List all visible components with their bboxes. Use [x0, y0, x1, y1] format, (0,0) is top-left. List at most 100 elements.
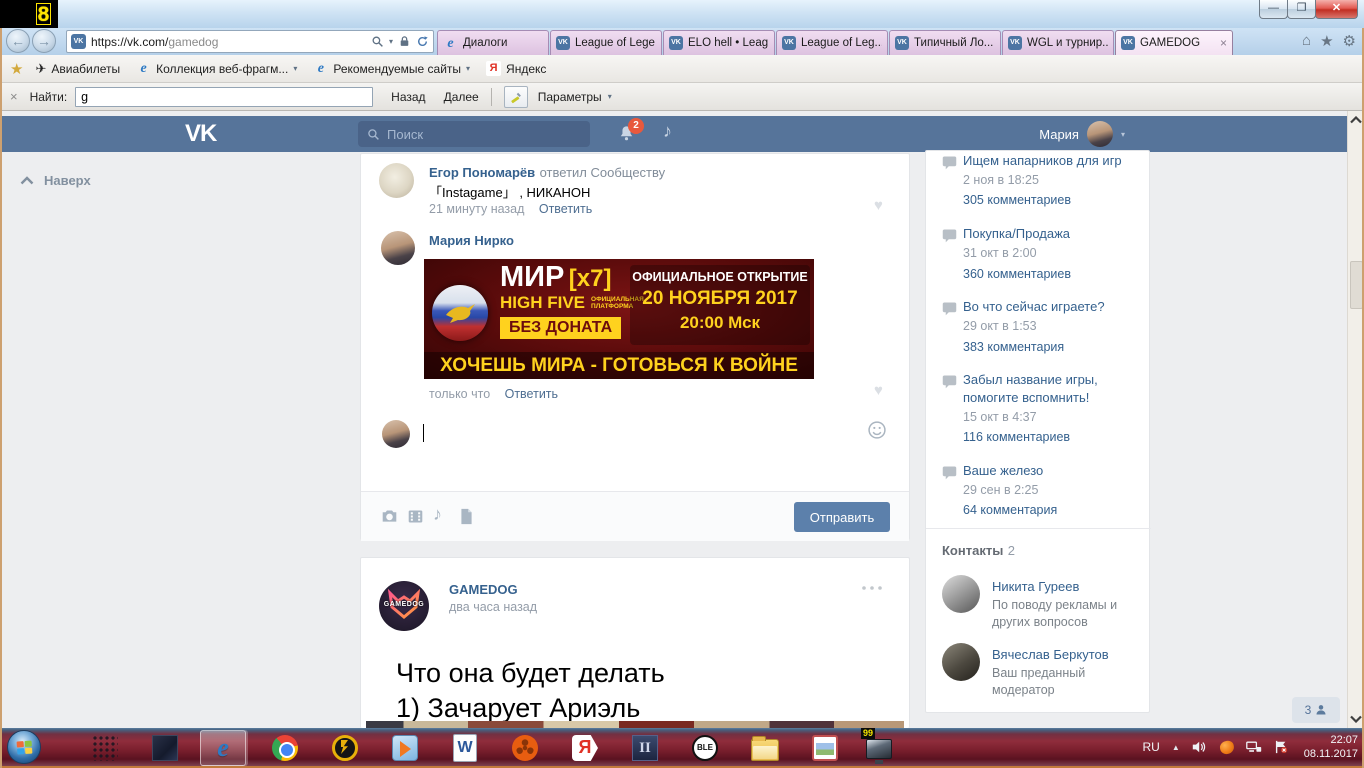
- avast-icon[interactable]: [1218, 739, 1235, 755]
- avatar[interactable]: [942, 643, 980, 681]
- topic-title-link[interactable]: Ваше железо: [963, 462, 1141, 480]
- find-next-button[interactable]: Далее: [444, 90, 479, 104]
- find-input[interactable]: [75, 86, 374, 107]
- scroll-up-icon[interactable]: [1350, 116, 1362, 124]
- music-icon[interactable]: ♪: [663, 121, 672, 142]
- back-button[interactable]: ←: [6, 29, 30, 53]
- topic-title-link[interactable]: Во что сейчас играете?: [963, 298, 1141, 316]
- topic-comments-link[interactable]: 383 комментария: [963, 340, 1064, 354]
- find-close-icon[interactable]: ×: [10, 89, 18, 104]
- document-icon[interactable]: [459, 508, 474, 525]
- video-icon[interactable]: [407, 508, 424, 525]
- taskbar-yandex-browser[interactable]: Я: [562, 730, 608, 766]
- reply-input[interactable]: [421, 418, 851, 448]
- audio-note-icon[interactable]: ♪: [433, 504, 442, 525]
- clock[interactable]: 22:07 08.11.2017: [1304, 733, 1358, 761]
- forward-button[interactable]: →: [32, 29, 56, 53]
- reply-link[interactable]: Ответить: [539, 202, 592, 216]
- network-icon[interactable]: [1245, 740, 1262, 754]
- post-image-cropped[interactable]: [366, 721, 904, 728]
- tab-elo-hell[interactable]: VK ELO hell • Leag...: [663, 30, 775, 55]
- action-center-flag-icon[interactable]: [1274, 740, 1288, 754]
- topic-comments-link[interactable]: 64 комментария: [963, 503, 1057, 517]
- favorite-aviabilety[interactable]: ✈ Авиабилеты: [35, 61, 120, 77]
- header-user-menu[interactable]: Мария ▾: [1039, 121, 1125, 147]
- start-button[interactable]: [7, 730, 41, 764]
- topic-title-link[interactable]: Ищем напарников для игр: [963, 152, 1141, 170]
- tab-league-2[interactable]: VK League of Leg...: [776, 30, 888, 55]
- show-hidden-icons[interactable]: ▲: [1172, 743, 1180, 752]
- search-dropdown-caret[interactable]: ▾: [389, 37, 393, 46]
- refresh-icon[interactable]: [416, 35, 429, 48]
- taskbar-chrome[interactable]: [262, 730, 308, 766]
- taskbar-dot-matrix-app[interactable]: [82, 730, 128, 766]
- taskbar-word[interactable]: W: [442, 730, 488, 766]
- comment-author-link[interactable]: Мария Нирко: [429, 233, 514, 248]
- vk-search-box[interactable]: [358, 121, 590, 147]
- language-indicator[interactable]: RU: [1142, 740, 1159, 754]
- avatar[interactable]: [379, 163, 414, 198]
- post-author-link[interactable]: GAMEDOG: [449, 582, 518, 597]
- add-favorite-star-icon[interactable]: ★: [10, 60, 23, 78]
- options-caret-icon[interactable]: ▾: [608, 92, 612, 101]
- like-heart-icon[interactable]: ♥: [874, 197, 883, 214]
- taskbar-internet-explorer[interactable]: e: [200, 730, 246, 766]
- emoji-smiley-icon[interactable]: [867, 420, 887, 440]
- taskbar-lineage2[interactable]: II: [622, 730, 668, 766]
- comment-author-link[interactable]: Егор Пономарёв: [429, 165, 535, 180]
- taskbar-movie-app[interactable]: [502, 730, 548, 766]
- like-heart-icon[interactable]: ♥: [874, 382, 883, 399]
- avatar[interactable]: GAMEDOG: [379, 581, 429, 631]
- topic-title-link[interactable]: Покупка/Продажа: [963, 225, 1141, 243]
- taskbar-ble-app[interactable]: BLE: [682, 730, 728, 766]
- tab-close-icon[interactable]: ×: [1220, 36, 1227, 50]
- highlight-matches-button[interactable]: [503, 85, 528, 108]
- send-button[interactable]: Отправить: [794, 502, 890, 532]
- tab-dialogs[interactable]: e Диалоги: [437, 30, 549, 55]
- topic-comments-link[interactable]: 360 комментариев: [963, 267, 1071, 281]
- notifications-button[interactable]: 2: [617, 118, 644, 148]
- find-options-button[interactable]: Параметры: [538, 90, 602, 104]
- taskbar-daemon-tools[interactable]: [322, 730, 368, 766]
- tab-gamedog-active[interactable]: VK GAMEDOG ×: [1115, 30, 1233, 55]
- favorite-suggested-sites[interactable]: e Рекомендуемые сайты ▾: [313, 61, 470, 76]
- taskbar-fps-monitor[interactable]: 99: [856, 728, 902, 766]
- topic-comments-link[interactable]: 116 комментариев: [963, 430, 1070, 444]
- vk-search-input[interactable]: [387, 126, 567, 142]
- online-members-badge[interactable]: 3: [1292, 697, 1340, 723]
- scroll-down-icon[interactable]: [1350, 715, 1362, 723]
- taskbar-explorer[interactable]: [742, 730, 788, 766]
- restore-button[interactable]: ❐: [1287, 0, 1316, 19]
- home-icon[interactable]: ⌂: [1302, 32, 1311, 50]
- favorite-web-slices[interactable]: e Коллекция веб-фрагм... ▾: [136, 61, 297, 76]
- taskbar-dark-tile-app[interactable]: [142, 730, 188, 766]
- contact-name-link[interactable]: Никита Гуреев: [992, 579, 1079, 594]
- tab-tipichny[interactable]: VK Типичный Ло...: [889, 30, 1001, 55]
- minimize-button[interactable]: —: [1259, 0, 1288, 19]
- avatar[interactable]: [381, 231, 415, 265]
- contact-name-link[interactable]: Вячеслав Беркутов: [992, 647, 1109, 662]
- topic-title-link[interactable]: Забыл название игры, помогите вспомнить!: [963, 371, 1128, 407]
- favorite-yandex[interactable]: Я Яндекс: [486, 61, 546, 76]
- topic-comments-link[interactable]: 305 комментариев: [963, 193, 1071, 207]
- taskbar-media-player[interactable]: [382, 730, 428, 766]
- avatar[interactable]: [942, 575, 980, 613]
- reply-link[interactable]: Ответить: [505, 387, 558, 401]
- banner-game-name: МИР: [500, 261, 565, 293]
- tab-wgl[interactable]: VK WGL и турнир...: [1002, 30, 1114, 55]
- favorites-star-icon[interactable]: ★: [1320, 32, 1333, 50]
- address-bar[interactable]: VK https://vk.com/gamedog ▾: [66, 30, 434, 53]
- back-to-top-link[interactable]: Наверх: [20, 173, 91, 188]
- tab-league-1[interactable]: VK League of Lege...: [550, 30, 662, 55]
- settings-gear-icon[interactable]: ⚙: [1343, 32, 1356, 50]
- post-timestamp[interactable]: два часа назад: [449, 600, 537, 614]
- post-menu-dots-icon[interactable]: [861, 585, 883, 591]
- close-button[interactable]: ✕: [1315, 0, 1358, 19]
- vk-logo[interactable]: VK: [185, 120, 217, 148]
- search-icon[interactable]: [371, 35, 384, 48]
- taskbar-image-editor[interactable]: [802, 730, 848, 766]
- photo-camera-icon[interactable]: [381, 508, 398, 525]
- attached-image-banner[interactable]: МИР [x7] HIGH FIVE ОФИЦИАЛЬНАЯ ПЛАТФОРМА…: [424, 259, 814, 379]
- volume-icon[interactable]: [1192, 740, 1208, 754]
- find-back-button[interactable]: Назад: [391, 90, 425, 104]
